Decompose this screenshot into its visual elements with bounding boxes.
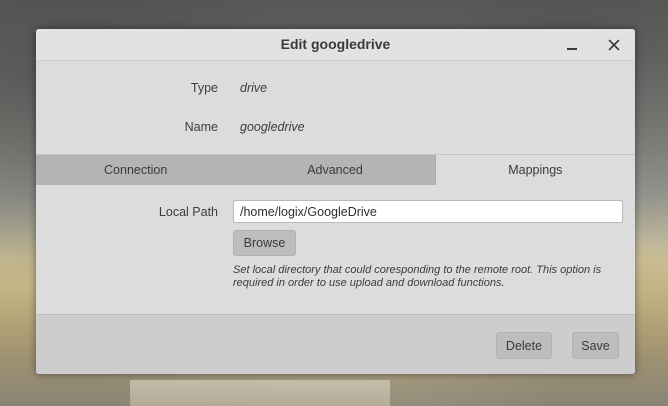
minimize-button[interactable] xyxy=(561,34,583,56)
type-label: Type xyxy=(190,81,218,95)
save-button[interactable]: Save xyxy=(572,332,619,359)
type-row: Type drive xyxy=(36,79,635,99)
close-icon xyxy=(608,39,620,51)
wallpaper-road xyxy=(130,380,390,406)
tab-mappings[interactable]: Mappings xyxy=(434,155,635,185)
local-path-label: Local Path xyxy=(158,205,218,219)
delete-button[interactable]: Delete xyxy=(496,332,552,359)
type-value: drive xyxy=(240,81,268,95)
dialog-footer: Delete Save xyxy=(36,314,635,374)
name-row: Name googledrive xyxy=(36,118,635,138)
close-button[interactable] xyxy=(603,34,625,56)
minimize-icon xyxy=(567,48,577,50)
window-title: Edit googledrive xyxy=(280,36,391,52)
browse-button[interactable]: Browse xyxy=(233,230,296,256)
local-path-input[interactable] xyxy=(233,200,623,223)
tab-bar: Connection Advanced Mappings xyxy=(36,154,635,185)
name-label: Name xyxy=(184,120,218,134)
edit-remote-dialog: Edit googledrive Type drive Name googled… xyxy=(36,29,635,374)
tab-connection[interactable]: Connection xyxy=(36,155,236,185)
titlebar[interactable]: Edit googledrive xyxy=(36,29,635,61)
tab-advanced[interactable]: Advanced xyxy=(235,155,435,185)
name-value: googledrive xyxy=(240,120,305,134)
local-path-help-text: Set local directory that could corespond… xyxy=(233,264,602,289)
